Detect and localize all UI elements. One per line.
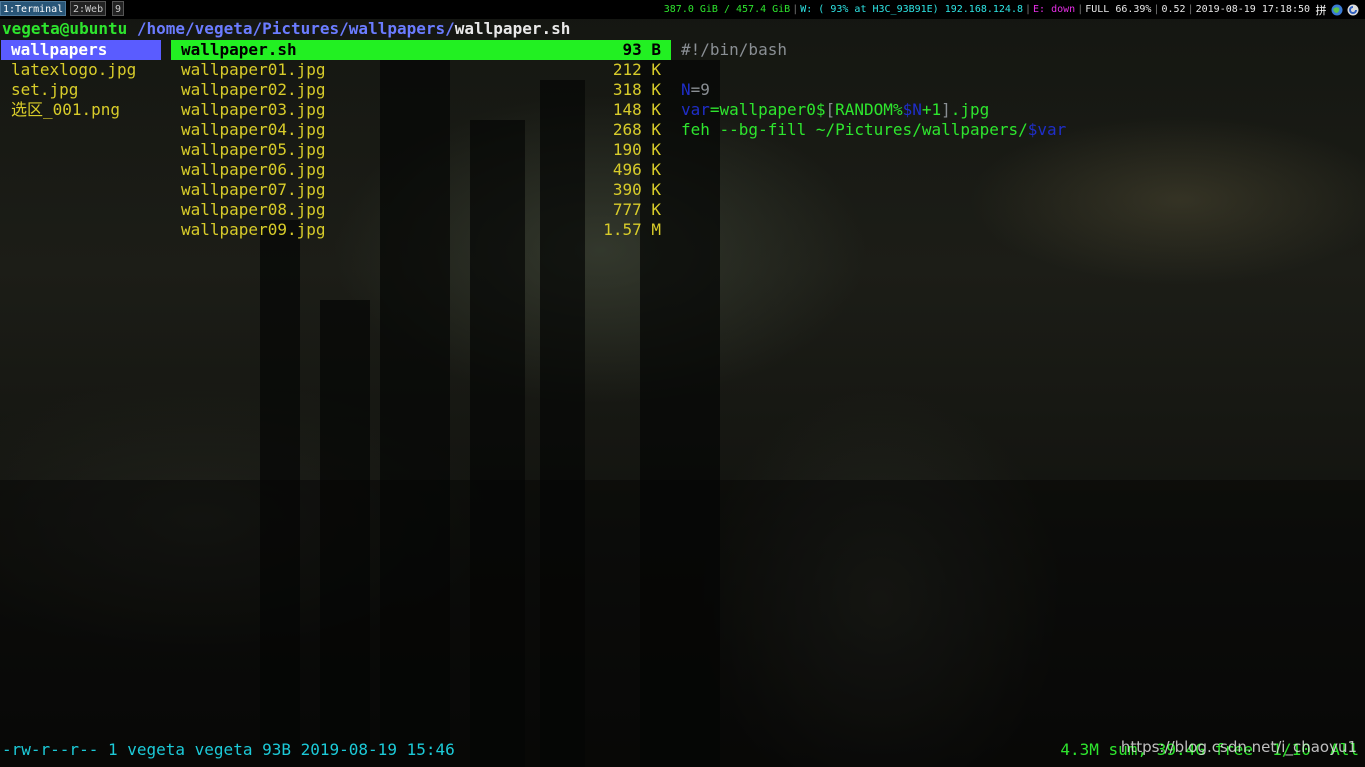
load-status: 0.52 bbox=[1161, 4, 1186, 15]
disk-status: 387.0 GiB / 457.4 GiB bbox=[663, 4, 791, 15]
preview-token: =9 bbox=[690, 80, 710, 99]
status-separator: | bbox=[1187, 4, 1194, 15]
parent-list-item[interactable]: set.jpg bbox=[1, 80, 161, 100]
file-list-item[interactable]: wallpaper09.jpg 1.57 M bbox=[171, 220, 671, 240]
parent-list-item[interactable]: wallpapers bbox=[1, 40, 161, 60]
file-list-item[interactable]: wallpaper06.jpg 496 K bbox=[171, 160, 671, 180]
workspace-button-9[interactable]: 9 bbox=[112, 1, 125, 16]
status-separator: | bbox=[1025, 4, 1032, 15]
file-size: 390 K bbox=[612, 180, 661, 199]
file-list-item[interactable]: wallpaper03.jpg 148 K bbox=[171, 100, 671, 120]
preview-token: .jpg bbox=[950, 100, 990, 119]
status-separator: | bbox=[1077, 4, 1084, 15]
preview-token: ] bbox=[941, 100, 951, 119]
file-name: wallpaper06.jpg bbox=[181, 160, 326, 179]
file-info-statusline: -rw-r--r-- 1 vegeta vegeta 93B 2019-08-1… bbox=[2, 740, 455, 759]
ethernet-status: E: down bbox=[1033, 4, 1076, 15]
file-size: 212 K bbox=[612, 60, 661, 79]
file-list-item[interactable]: wallpaper04.jpg 268 K bbox=[171, 120, 671, 140]
pinyin-input-icon[interactable]: 拼 bbox=[1315, 3, 1327, 16]
preview-line-n: N=9 bbox=[681, 80, 1361, 100]
parent-directory-column: wallpapers latexlogo.jpg set.jpg 选区_001.… bbox=[1, 40, 161, 120]
ranger-title: vegeta@ubuntu /home/vegeta/Pictures/wall… bbox=[2, 19, 570, 39]
preview-token: =wallpaper0$ bbox=[709, 100, 826, 119]
watermark-text: https://blog.csdn.net/i_chaoyu1 bbox=[1120, 738, 1357, 756]
network-globe-icon[interactable] bbox=[1331, 4, 1343, 16]
file-name: wallpaper.sh bbox=[181, 40, 297, 59]
svg-text:拼: 拼 bbox=[1316, 4, 1327, 16]
file-size: 268 K bbox=[612, 120, 661, 139]
status-separator: | bbox=[792, 4, 799, 15]
file-name: wallpaper07.jpg bbox=[181, 180, 326, 199]
file-size: 93 B bbox=[622, 40, 661, 59]
file-name: wallpaper03.jpg bbox=[181, 100, 326, 119]
file-name: wallpaper05.jpg bbox=[181, 140, 326, 159]
file-size: 1.57 M bbox=[603, 220, 661, 239]
wifi-status: W: ( 93% at H3C_93B91E) 192.168.124.8 bbox=[800, 4, 1023, 15]
current-path: /home/vegeta/Pictures/wallpapers/ bbox=[136, 19, 455, 38]
workspace-button-2[interactable]: 2:Web bbox=[70, 1, 107, 16]
parent-list-item[interactable]: 选区_001.png bbox=[1, 100, 161, 120]
file-size: 318 K bbox=[612, 80, 661, 99]
preview-token: $N bbox=[902, 100, 922, 119]
file-list-item[interactable]: wallpaper01.jpg 212 K bbox=[171, 60, 671, 80]
preview-line-feh: feh --bg-fill ~/Pictures/wallpapers/$var bbox=[681, 120, 1361, 140]
file-list-item[interactable]: wallpaper02.jpg 318 K bbox=[171, 80, 671, 100]
preview-token: RANDOM% bbox=[835, 100, 903, 119]
preview-token: feh --bg-fill ~/Pictures/wallpapers/ bbox=[681, 120, 1028, 139]
preview-token: $var bbox=[1027, 120, 1067, 139]
file-size: 190 K bbox=[612, 140, 661, 159]
update-manager-icon[interactable] bbox=[1347, 4, 1359, 16]
battery-status: FULL 66.39% bbox=[1085, 4, 1152, 15]
user-host: vegeta@ubuntu bbox=[2, 19, 128, 38]
file-list-item[interactable]: wallpaper05.jpg 190 K bbox=[171, 140, 671, 160]
file-name: wallpaper01.jpg bbox=[181, 60, 326, 79]
terminal-window[interactable]: vegeta@ubuntu /home/vegeta/Pictures/wall… bbox=[0, 19, 1365, 767]
file-name: wallpaper09.jpg bbox=[181, 220, 326, 239]
preview-token: +1 bbox=[921, 100, 942, 119]
current-directory-column: wallpaper.sh 93 B wallpaper01.jpg 212 K wa… bbox=[171, 40, 671, 240]
status-line: 387.0 GiB / 457.4 GiB | W: ( 93% at H3C_… bbox=[663, 0, 1359, 19]
workspace-button-1[interactable]: 1:Terminal bbox=[0, 1, 67, 16]
file-list-item[interactable]: wallpaper08.jpg 777 K bbox=[171, 200, 671, 220]
file-name: wallpaper02.jpg bbox=[181, 80, 326, 99]
preview-token: [ bbox=[825, 100, 836, 119]
preview-line-var: var=wallpaper0$[RANDOM%$N+1].jpg bbox=[681, 100, 1361, 120]
file-size: 148 K bbox=[612, 100, 661, 119]
file-list-item[interactable]: wallpaper07.jpg 390 K bbox=[171, 180, 671, 200]
file-name: wallpaper04.jpg bbox=[181, 120, 326, 139]
top-bar: 1:Terminal 2:Web 9 387.0 GiB / 457.4 GiB… bbox=[0, 0, 1365, 19]
file-name: wallpaper08.jpg bbox=[181, 200, 326, 219]
status-separator: | bbox=[1153, 4, 1160, 15]
datetime-status: 2019-08-19 17:18:50 bbox=[1195, 4, 1310, 15]
current-file: wallpaper.sh bbox=[454, 19, 571, 38]
preview-token: var bbox=[681, 100, 710, 119]
file-preview: #!/bin/bash N=9 var=wallpaper0$[RANDOM%$… bbox=[681, 40, 1361, 140]
file-size: 496 K bbox=[612, 160, 661, 179]
parent-list-item[interactable]: latexlogo.jpg bbox=[1, 60, 161, 80]
file-list-item[interactable]: wallpaper.sh 93 B bbox=[171, 40, 671, 60]
preview-line-shebang: #!/bin/bash bbox=[681, 40, 787, 59]
preview-line-blank bbox=[681, 60, 1361, 80]
preview-token: N bbox=[681, 80, 691, 99]
file-size: 777 K bbox=[612, 200, 661, 219]
